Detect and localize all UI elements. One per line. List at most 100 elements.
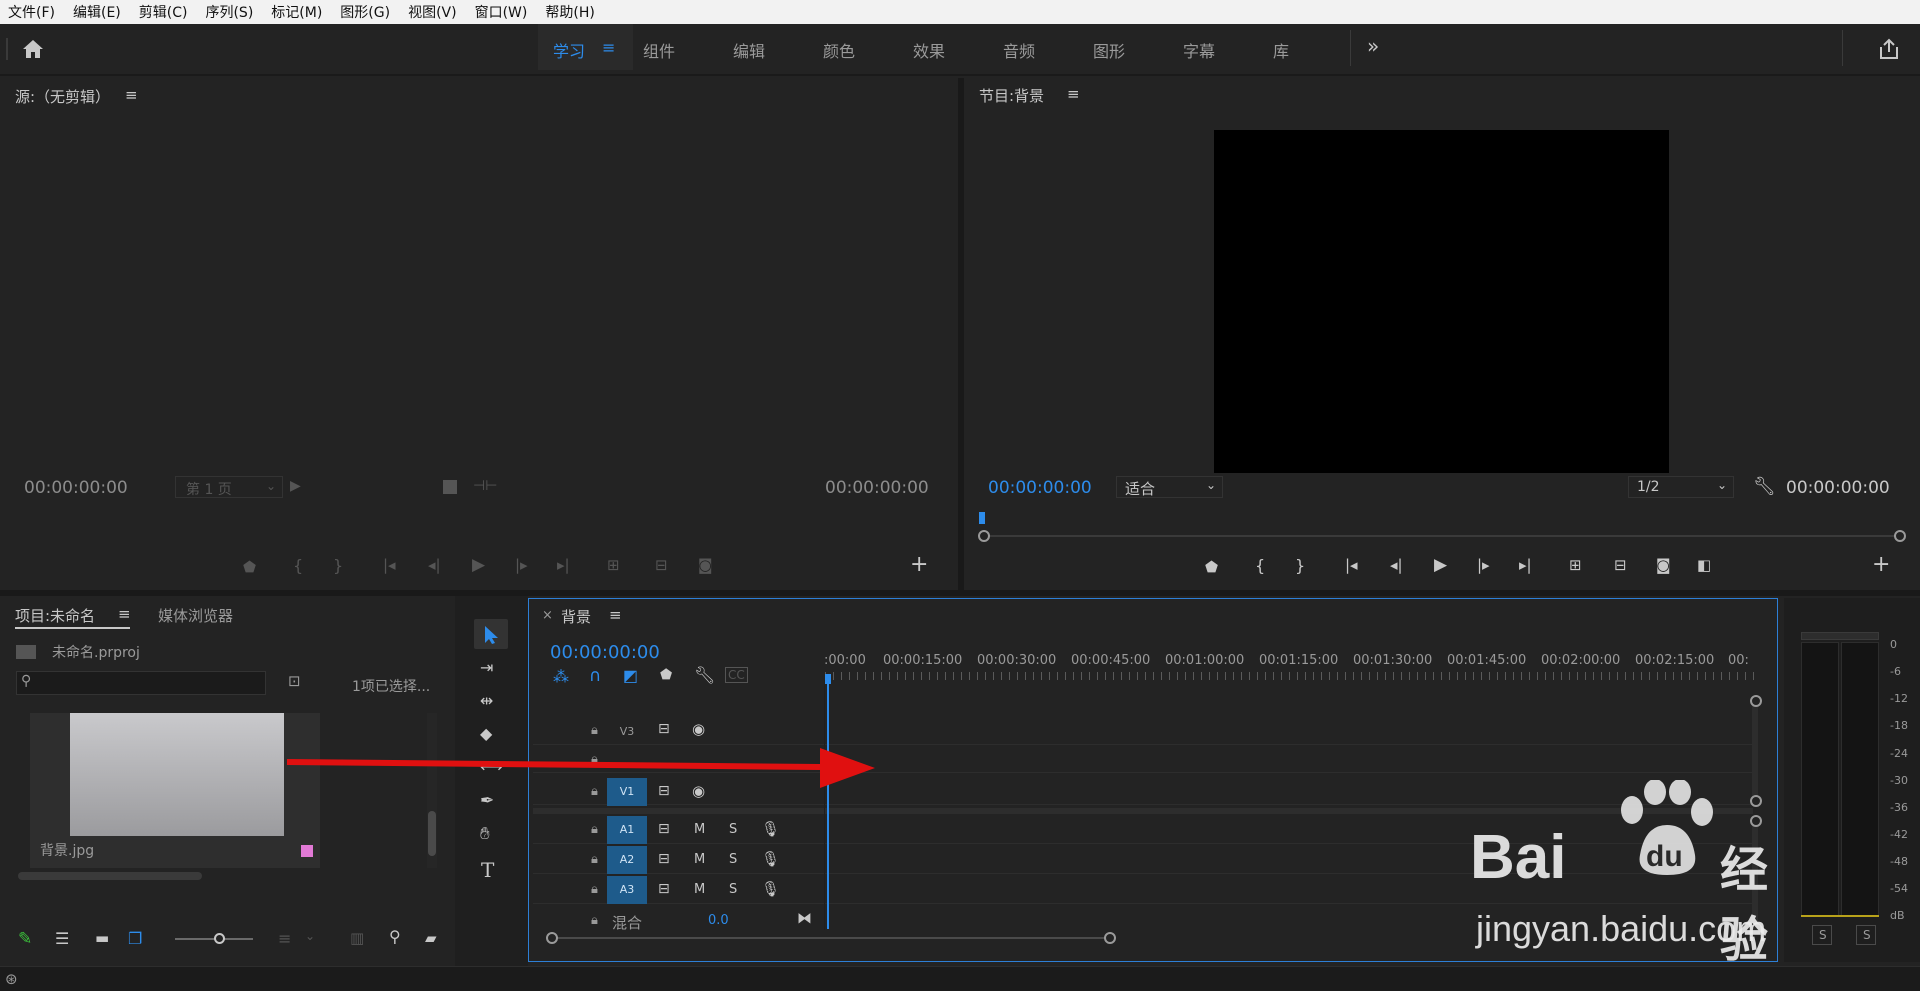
track-label-a1[interactable]: A1 <box>607 816 647 844</box>
panel-menu-icon[interactable]: ≡ <box>118 605 131 623</box>
mute-button[interactable]: M <box>694 822 705 837</box>
add-button-icon[interactable]: + <box>1872 552 1890 577</box>
hand-tool-icon[interactable]: ✋︎ <box>480 824 490 844</box>
tab-editing[interactable]: 编辑 <box>733 38 765 62</box>
menu-edit[interactable]: 编辑(E) <box>73 2 121 22</box>
solo-button[interactable]: S <box>729 822 737 837</box>
vertical-scroll-thumb[interactable] <box>428 811 436 856</box>
selection-tool-icon[interactable] <box>483 625 501 645</box>
go-to-out-icon[interactable]: ▸| <box>557 556 570 574</box>
program-timecode-right[interactable]: 00:00:00:00 <box>1786 478 1890 498</box>
mix-volume-value[interactable]: 0.0 <box>708 913 729 928</box>
play-small-icon[interactable]: ▶ <box>290 478 301 494</box>
go-to-in-icon[interactable]: |◂ <box>383 556 396 574</box>
snap-magnet-icon[interactable]: ∩ <box>589 666 601 686</box>
panel-menu-icon[interactable]: ≡ <box>125 86 138 104</box>
step-back-icon[interactable]: ◂| <box>428 556 441 574</box>
go-to-out-icon[interactable]: ▸| <box>1519 556 1532 574</box>
extract-icon[interactable]: ⊟ <box>1614 556 1627 574</box>
sync-lock-icon[interactable]: ⊟ <box>658 881 670 897</box>
program-title[interactable]: 节目:背景 <box>979 85 1044 106</box>
lock-icon[interactable]: 🔒︎ <box>591 913 598 928</box>
solo-button[interactable]: S <box>729 852 737 867</box>
source-timecode-left[interactable]: 00:00:00:00 <box>24 478 128 498</box>
add-marker-icon[interactable]: ⬟ <box>243 558 256 576</box>
fit-select[interactable]: 适合 ⌄ <box>1116 476 1223 498</box>
page-select[interactable]: 第 1 页 ⌄ <box>175 476 283 498</box>
playhead-marker[interactable] <box>979 512 985 524</box>
solo-button[interactable]: S <box>729 882 737 897</box>
tab-audio[interactable]: 音频 <box>1003 38 1035 62</box>
zoom-handle-left[interactable] <box>546 932 558 944</box>
zoom-slider-handle[interactable] <box>214 933 225 944</box>
menu-view[interactable]: 视图(V) <box>408 2 457 22</box>
menu-clip[interactable]: 剪辑(C) <box>139 2 188 22</box>
close-icon[interactable]: × <box>542 608 553 623</box>
track-select-tool-icon[interactable]: ⇥ <box>480 658 493 677</box>
list-view-icon[interactable]: ☰ <box>55 929 69 948</box>
wrench-icon[interactable]: 🔧︎ <box>694 666 716 686</box>
add-marker-icon[interactable]: ⬟ <box>660 667 672 683</box>
tab-menu-icon[interactable]: ≡ <box>602 38 615 57</box>
source-timecode-right[interactable]: 00:00:00:00 <box>825 478 929 498</box>
menu-graphics[interactable]: 图形(G) <box>340 2 390 22</box>
freeform-view-icon[interactable]: ❐ <box>128 929 142 948</box>
play-icon[interactable]: ▶ <box>472 555 485 575</box>
zoom-scrollbar-track[interactable] <box>984 535 1902 537</box>
type-tool-icon[interactable]: T <box>481 858 494 882</box>
zoom-handle-right[interactable] <box>1894 530 1906 542</box>
mark-in-icon[interactable]: { <box>293 556 303 575</box>
eye-icon[interactable]: ◉ <box>692 720 705 738</box>
label-color-swatch[interactable] <box>301 845 313 857</box>
mute-button[interactable]: M <box>694 852 705 867</box>
source-title[interactable]: 源:（无剪辑） <box>15 86 110 107</box>
horizontal-scrollbar[interactable] <box>18 872 202 880</box>
mute-button[interactable]: M <box>694 882 705 897</box>
sync-lock-icon[interactable]: ⊟ <box>658 851 670 867</box>
step-back-icon[interactable]: ◂| <box>1390 556 1403 574</box>
mark-in-icon[interactable]: { <box>1255 556 1265 575</box>
menu-help[interactable]: 帮助(H) <box>545 2 594 22</box>
solo-left-button[interactable]: S <box>1812 925 1832 945</box>
camera-icon[interactable]: ◙ <box>1656 556 1671 574</box>
compare-icon[interactable]: ◧ <box>1697 556 1711 574</box>
lock-icon[interactable]: 🔒︎ <box>591 852 598 867</box>
pencil-icon[interactable]: ✎ <box>18 929 32 949</box>
mark-out-icon[interactable]: } <box>1295 556 1305 575</box>
microphone-icon[interactable]: 🎙︎ <box>761 850 780 868</box>
new-bin-from-search-icon[interactable]: ⊡ <box>288 672 301 690</box>
sort-icon[interactable]: ≡ <box>278 929 291 948</box>
menu-marker[interactable]: 标记(M) <box>271 2 322 22</box>
nest-icon[interactable]: ⁂ <box>553 667 569 686</box>
icon-view-icon[interactable]: ▬ <box>95 929 109 947</box>
new-bin-icon[interactable]: ▰ <box>425 929 437 947</box>
sync-lock-icon[interactable]: ⊟ <box>658 721 670 737</box>
timeline-zoom-track[interactable] <box>552 937 1112 939</box>
item-name[interactable]: 背景.jpg <box>40 840 94 860</box>
home-icon[interactable] <box>22 39 44 59</box>
captions-icon[interactable]: CC <box>725 667 748 683</box>
tab-effects[interactable]: 效果 <box>913 38 945 62</box>
add-button-icon[interactable]: + <box>910 552 928 577</box>
panel-menu-icon[interactable]: ≡ <box>1067 85 1080 103</box>
tab-project[interactable]: 项目:未命名 <box>15 605 95 626</box>
program-timecode-left[interactable]: 00:00:00:00 <box>988 478 1092 498</box>
microphone-icon[interactable]: 🎙︎ <box>761 880 780 898</box>
menu-window[interactable]: 窗口(W) <box>475 2 528 22</box>
lock-icon[interactable]: 🔒︎ <box>591 882 598 897</box>
resolution-select[interactable]: 1/2 ⌄ <box>1628 476 1734 498</box>
lock-icon[interactable]: 🔒︎ <box>591 723 598 738</box>
add-marker-icon[interactable]: ⬟ <box>1205 558 1218 576</box>
microphone-icon[interactable]: 🎙︎ <box>761 820 780 838</box>
wrench-icon[interactable]: 🔧︎ <box>1753 476 1776 497</box>
creative-cloud-icon[interactable]: ⊛ <box>5 970 18 988</box>
sync-lock-icon[interactable]: ⊟ <box>658 821 670 837</box>
track-label-a3[interactable]: A3 <box>607 876 647 904</box>
marker-insert-icon[interactable]: ⊣⊢ <box>473 478 497 494</box>
tab-assembly[interactable]: 组件 <box>643 38 675 62</box>
track-label-a2[interactable]: A2 <box>607 846 647 874</box>
item-thumbnail[interactable] <box>70 713 284 836</box>
step-forward-icon[interactable]: |▸ <box>515 556 528 574</box>
timeline-playhead-line[interactable] <box>827 682 829 929</box>
automate-icon[interactable]: ▥ <box>350 929 364 947</box>
